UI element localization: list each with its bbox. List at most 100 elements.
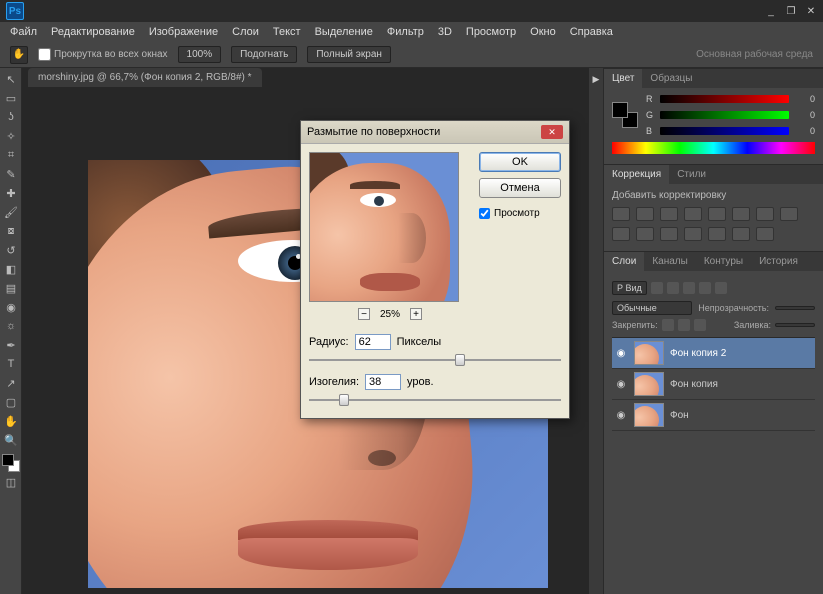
zoom-tool-icon[interactable]: 🔍: [2, 431, 20, 449]
tab-swatches[interactable]: Образцы: [642, 69, 700, 88]
b-slider[interactable]: [660, 127, 789, 135]
dialog-preview-image[interactable]: [309, 152, 459, 302]
filter-adj-icon[interactable]: [667, 282, 679, 294]
color-swatches[interactable]: [2, 454, 20, 472]
pen-tool-icon[interactable]: ✒: [2, 336, 20, 354]
dialog-close-button[interactable]: ✕: [541, 125, 563, 139]
menu-view[interactable]: Просмотр: [466, 26, 516, 38]
wand-tool-icon[interactable]: ✧: [2, 127, 20, 145]
color-fg-bg-swatches[interactable]: [612, 102, 638, 128]
eyedropper-tool-icon[interactable]: ✎: [2, 165, 20, 183]
tab-adjustments[interactable]: Коррекция: [604, 165, 669, 184]
layer-row[interactable]: ◉ Фон: [612, 400, 815, 431]
adj-threshold-icon[interactable]: [708, 227, 726, 241]
adj-colorlookup-icon[interactable]: [636, 227, 654, 241]
fill-input[interactable]: [775, 323, 815, 327]
blend-mode-select[interactable]: Обычные: [612, 301, 692, 315]
menu-text[interactable]: Текст: [273, 26, 301, 38]
lock-all-icon[interactable]: [694, 319, 706, 331]
collapsed-panels-strip[interactable]: ▶: [589, 68, 603, 594]
tab-history[interactable]: История: [751, 252, 806, 271]
type-tool-icon[interactable]: T: [2, 355, 20, 373]
quickmask-icon[interactable]: ◫: [2, 473, 20, 491]
zoom-out-button[interactable]: −: [358, 308, 370, 320]
layer-name[interactable]: Фон: [670, 410, 813, 421]
color-spectrum[interactable]: [612, 142, 815, 154]
opacity-input[interactable]: [775, 306, 815, 310]
ok-button[interactable]: OK: [479, 152, 561, 172]
cancel-button[interactable]: Отмена: [479, 178, 561, 198]
adj-posterize-icon[interactable]: [684, 227, 702, 241]
adj-photofilter-icon[interactable]: [780, 207, 798, 221]
tab-channels[interactable]: Каналы: [644, 252, 696, 271]
visibility-toggle-icon[interactable]: ◉: [614, 377, 628, 391]
window-minimize-button[interactable]: _: [765, 5, 777, 17]
threshold-input[interactable]: [365, 374, 401, 390]
visibility-toggle-icon[interactable]: ◉: [614, 408, 628, 422]
marquee-tool-icon[interactable]: ▭: [2, 89, 20, 107]
shape-tool-icon[interactable]: ▢: [2, 393, 20, 411]
menu-file[interactable]: Файл: [10, 26, 37, 38]
move-tool-icon[interactable]: ↖: [2, 70, 20, 88]
zoom-100-button[interactable]: 100%: [178, 46, 222, 63]
window-restore-button[interactable]: ❐: [785, 5, 797, 17]
adj-vibrance-icon[interactable]: [708, 207, 726, 221]
adj-selective-icon[interactable]: [756, 227, 774, 241]
layer-filter-select[interactable]: Р Вид: [612, 281, 647, 295]
adj-gradientmap-icon[interactable]: [732, 227, 750, 241]
lock-pixels-icon[interactable]: [662, 319, 674, 331]
menu-layers[interactable]: Слои: [232, 26, 259, 38]
stamp-tool-icon[interactable]: ⧇: [2, 222, 20, 240]
hand-tool-icon[interactable]: ✋: [2, 412, 20, 430]
menu-image[interactable]: Изображение: [149, 26, 218, 38]
crop-tool-icon[interactable]: ⌗: [2, 146, 20, 164]
menu-window[interactable]: Окно: [530, 26, 556, 38]
document-tab[interactable]: morshiny.jpg @ 66,7% (Фон копия 2, RGB/8…: [28, 68, 262, 87]
scroll-all-checkbox[interactable]: [38, 48, 51, 61]
filter-text-icon[interactable]: [683, 282, 695, 294]
fit-screen-button[interactable]: Подогнать: [231, 46, 297, 63]
adj-channelmixer-icon[interactable]: [612, 227, 630, 241]
heal-tool-icon[interactable]: ✚: [2, 184, 20, 202]
history-brush-tool-icon[interactable]: ↺: [2, 241, 20, 259]
menu-help[interactable]: Справка: [570, 26, 613, 38]
adj-exposure-icon[interactable]: [684, 207, 702, 221]
adj-invert-icon[interactable]: [660, 227, 678, 241]
layer-name[interactable]: Фон копия 2: [670, 348, 813, 359]
tab-paths[interactable]: Контуры: [696, 252, 751, 271]
threshold-slider[interactable]: [309, 392, 561, 408]
filter-smart-icon[interactable]: [715, 282, 727, 294]
fullscreen-button[interactable]: Полный экран: [307, 46, 391, 63]
workspace-switcher[interactable]: Основная рабочая среда: [696, 49, 813, 60]
menu-edit[interactable]: Редактирование: [51, 26, 135, 38]
filter-shape-icon[interactable]: [699, 282, 711, 294]
blur-tool-icon[interactable]: ◉: [2, 298, 20, 316]
dodge-tool-icon[interactable]: ☼: [2, 317, 20, 335]
play-icon[interactable]: ▶: [589, 74, 603, 88]
brush-tool-icon[interactable]: 🖌: [2, 203, 20, 221]
radius-input[interactable]: [355, 334, 391, 350]
lock-position-icon[interactable]: [678, 319, 690, 331]
adj-brightness-icon[interactable]: [612, 207, 630, 221]
menu-select[interactable]: Выделение: [315, 26, 373, 38]
tab-layers[interactable]: Слои: [604, 252, 644, 271]
adj-levels-icon[interactable]: [636, 207, 654, 221]
path-tool-icon[interactable]: ↗: [2, 374, 20, 392]
adj-bw-icon[interactable]: [756, 207, 774, 221]
window-close-button[interactable]: ✕: [805, 5, 817, 17]
tab-color[interactable]: Цвет: [604, 69, 642, 88]
g-slider[interactable]: [660, 111, 789, 119]
preview-checkbox[interactable]: [479, 208, 490, 219]
visibility-toggle-icon[interactable]: ◉: [614, 346, 628, 360]
gradient-tool-icon[interactable]: ▤: [2, 279, 20, 297]
lasso-tool-icon[interactable]: ʖ: [2, 108, 20, 126]
tab-styles[interactable]: Стили: [669, 165, 714, 184]
filter-pixel-icon[interactable]: [651, 282, 663, 294]
adj-curves-icon[interactable]: [660, 207, 678, 221]
menu-3d[interactable]: 3D: [438, 26, 452, 38]
adj-hue-icon[interactable]: [732, 207, 750, 221]
layer-row[interactable]: ◉ Фон копия: [612, 369, 815, 400]
menu-filter[interactable]: Фильтр: [387, 26, 424, 38]
zoom-in-button[interactable]: +: [410, 308, 422, 320]
r-slider[interactable]: [660, 95, 789, 103]
